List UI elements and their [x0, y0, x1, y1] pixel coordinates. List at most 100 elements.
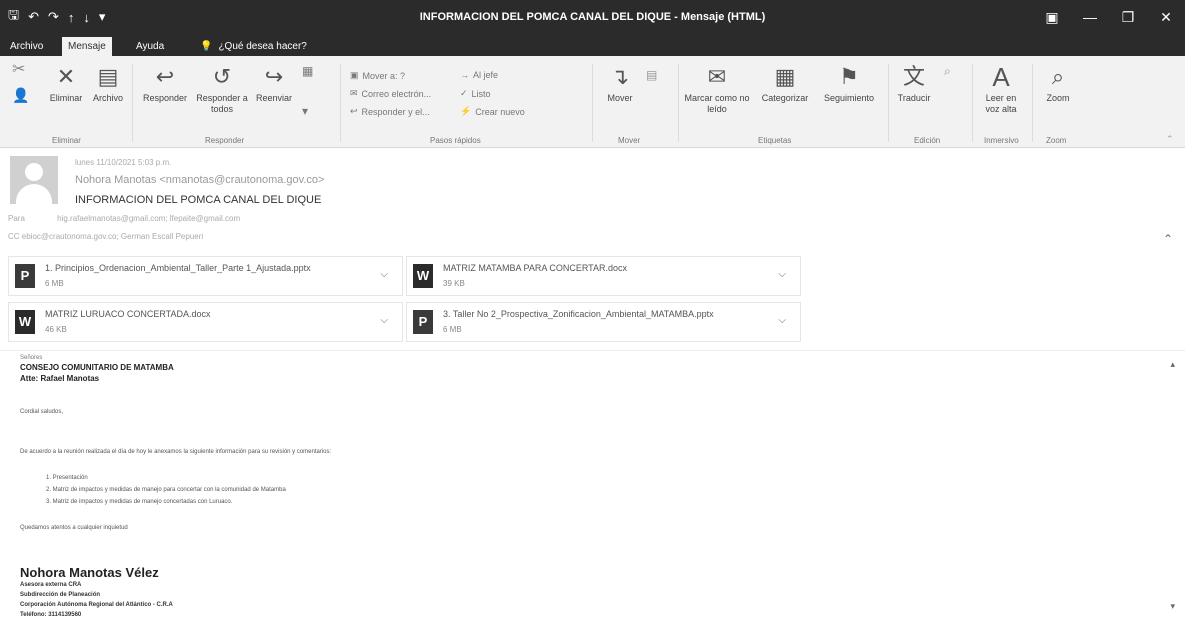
attachment-name: 3. Taller No 2_Prospectiva_Zonificacion_…: [443, 309, 714, 319]
group-etiquetas: Etiquetas: [758, 136, 792, 145]
message-sender[interactable]: Nohora Manotas <nmanotas@crautonoma.gov.…: [75, 174, 324, 186]
signature-department: Subdirección de Planeación: [20, 592, 101, 598]
chevron-down-icon[interactable]: ⌵: [380, 269, 388, 280]
ribbon: ✂ 👤 ✕ Eliminar ▤ Archivo Eliminar ↩ Resp…: [0, 56, 1185, 148]
attachment-item[interactable]: W MATRIZ LURUACO CONCERTADA.docx 46 KB ⌵: [8, 302, 403, 342]
attachment-item[interactable]: W MATRIZ MATAMBA PARA CONCERTAR.docx 39 …: [406, 256, 801, 296]
group-inmersivo: Inmersivo: [984, 136, 1019, 145]
move-button[interactable]: ↴ Mover: [600, 64, 640, 104]
quick-step-new[interactable]: ⚡ Crear nuevo: [460, 106, 525, 117]
read-aloud-button[interactable]: A Leer en voz alta: [980, 64, 1022, 115]
attachment-name: MATRIZ MATAMBA PARA CONCERTAR.docx: [443, 263, 628, 273]
translate-button[interactable]: 文 Traducir: [892, 64, 936, 104]
chevron-down-icon[interactable]: ⌵: [380, 315, 388, 326]
mark-unread-label: Marcar como no leído: [684, 93, 750, 114]
tell-me-search[interactable]: 💡 ¿Qué desea hacer?: [200, 37, 307, 56]
categorize-label: Categorizar: [761, 93, 809, 103]
window-title: INFORMACION DEL POMCA CANAL DEL DIQUE - …: [419, 11, 766, 23]
follow-up-button[interactable]: ⚑ Seguimiento: [818, 64, 880, 104]
ribbon-display-icon[interactable]: ▣: [1033, 0, 1071, 34]
to-label: Para: [8, 214, 25, 223]
attachment-item[interactable]: P 3. Taller No 2_Prospectiva_Zonificacio…: [406, 302, 801, 342]
reply-all-button[interactable]: ↺ Responder a todos: [194, 64, 250, 115]
body-attention: Atte: Rafael Manotas: [20, 374, 100, 383]
categorize-button[interactable]: ▦ Categorizar: [756, 64, 814, 104]
reply-label: Responder: [142, 93, 188, 103]
quick-step-label: Listo: [471, 88, 491, 99]
body-greeting: Cordial saludos,: [20, 409, 64, 415]
read-aloud-icon: A: [992, 62, 1010, 92]
attachment-item[interactable]: P 1. Principios_Ordenacion_Ambiental_Tal…: [8, 256, 403, 296]
find-icon[interactable]: ⌕: [944, 65, 951, 77]
reply-icon: ↩: [155, 64, 175, 89]
quick-step-label: Al jefe: [473, 70, 499, 80]
collapse-ribbon-icon[interactable]: ⌃: [1166, 134, 1174, 145]
quick-step-label: Correo electrón...: [361, 88, 432, 99]
maximize-button[interactable]: ❐: [1109, 0, 1147, 34]
ribbon-separator: [1032, 64, 1033, 142]
quick-step-label: Crear nuevo: [475, 106, 525, 117]
collapse-header-icon[interactable]: ⌃: [1163, 232, 1173, 246]
mail-icon: ✉: [350, 88, 358, 98]
meeting-icon[interactable]: ▦: [302, 65, 313, 77]
avatar-head: [25, 163, 43, 181]
quick-step-label: Mover a: ?: [362, 70, 406, 81]
mark-unread-button[interactable]: ✉ Marcar como no leído: [684, 64, 750, 115]
tab-ayuda[interactable]: Ayuda: [130, 37, 170, 56]
message-date: lunes 11/10/2021 5:03 p.m.: [75, 158, 172, 167]
powerpoint-icon: P: [413, 310, 433, 334]
delete-button[interactable]: ✕ Eliminar: [44, 64, 88, 104]
body-list-item: 2. Matriz de impactos y medidas de manej…: [46, 487, 286, 493]
chevron-down-icon[interactable]: ⌵: [778, 269, 786, 280]
lightbulb-icon: 💡: [200, 41, 213, 52]
zoom-label: Zoom: [1046, 93, 1070, 103]
archive-button[interactable]: ▤ Archivo: [88, 64, 128, 104]
title-bar: 🖫 ↶ ↷ ↑ ↓ ▾ INFORMACION DEL POMCA CANAL …: [0, 0, 1185, 34]
translate-icon: 文: [902, 64, 925, 89]
delete-label: Eliminar: [49, 93, 83, 103]
group-eliminar: Eliminar: [52, 136, 81, 145]
zoom-button[interactable]: ⌕ Zoom: [1040, 64, 1076, 104]
quick-step-done[interactable]: ✓ Listo: [460, 88, 491, 99]
tab-mensaje[interactable]: Mensaje: [62, 37, 112, 56]
reply-button[interactable]: ↩ Responder: [138, 64, 192, 104]
quick-step-move[interactable]: ▣ Mover a: ?: [350, 70, 405, 81]
lightning-icon: ⚡: [460, 106, 472, 116]
ribbon-separator: [888, 64, 889, 142]
scroll-down-arrow[interactable]: ▾: [1170, 601, 1175, 612]
envelope-icon: ✉: [707, 64, 727, 89]
group-edicion: Edición: [914, 136, 941, 145]
tab-archivo[interactable]: Archivo: [4, 37, 49, 56]
ignore-icon[interactable]: ✂: [12, 62, 25, 78]
minimize-button[interactable]: —: [1071, 0, 1109, 34]
to-addresses[interactable]: hig.rafaelmanotas@gmail.com; lfepaite@gm…: [57, 214, 240, 223]
chevron-down-icon[interactable]: ⌵: [778, 315, 786, 326]
quick-step-boss[interactable]: → Al jefe: [460, 70, 498, 80]
body-organization: CONSEJO COMUNITARIO DE MATAMBA: [20, 363, 174, 372]
signature-phone: Teléfono: 3114139560: [20, 612, 82, 618]
signature-name: Nohora Manotas Vélez: [20, 565, 159, 580]
group-mover: Mover: [618, 136, 641, 145]
group-zoom: Zoom: [1046, 136, 1067, 145]
follow-up-label: Seguimiento: [823, 93, 875, 103]
quick-step-reply-delete[interactable]: ↩ Responder y el...: [350, 106, 430, 117]
body-list-item: 3. Matriz de impactos y medidas de manej…: [46, 499, 233, 505]
reply-all-label: Responder a todos: [196, 93, 248, 114]
categorize-icon: ▦: [774, 64, 796, 89]
junk-icon[interactable]: 👤: [12, 88, 29, 102]
group-responder: Responder: [205, 136, 245, 145]
more-respond-icon[interactable]: ▾: [302, 105, 308, 117]
move-to-icon: ▣: [350, 70, 359, 80]
ribbon-separator: [592, 64, 593, 142]
translate-label: Traducir: [897, 93, 931, 103]
rules-icon[interactable]: ▤: [646, 69, 657, 81]
forward-button[interactable]: ↪ Reenviar: [252, 64, 296, 104]
avatar-body: [16, 184, 52, 204]
quick-step-email[interactable]: ✉ Correo electrón...: [350, 88, 431, 99]
close-button[interactable]: ✕: [1147, 0, 1185, 34]
ribbon-tabs: Archivo Mensaje Ayuda 💡 ¿Qué desea hacer…: [0, 34, 1185, 56]
group-pasos-rapidos: Pasos rápidos: [430, 136, 481, 145]
tell-me-placeholder: ¿Qué desea hacer?: [218, 41, 307, 52]
message-cc[interactable]: CC ebioc@crautonoma.gov.co; German Escal…: [8, 232, 203, 241]
scroll-up-arrow[interactable]: ▴: [1170, 359, 1175, 370]
